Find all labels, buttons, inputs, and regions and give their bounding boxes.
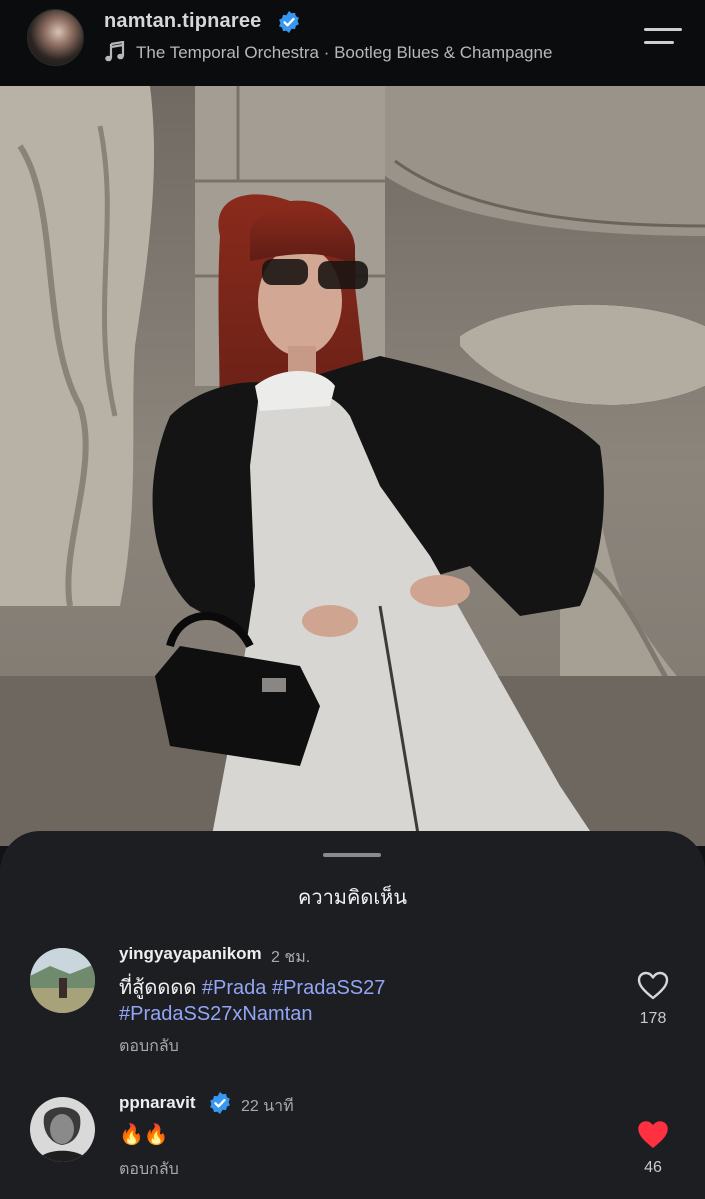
commenter-username[interactable]: yingyayapanikom <box>119 944 262 964</box>
music-track-label[interactable]: The Temporal Orchestra · Bootleg Blues &… <box>136 43 552 63</box>
heart-filled-icon[interactable] <box>637 1120 669 1150</box>
comment-text-plain: ที่สู้ดดดด <box>119 977 197 999</box>
author-username[interactable]: namtan.tipnaree <box>104 10 261 33</box>
commenter-username[interactable]: ppnaravit <box>119 1093 196 1113</box>
heart-icon[interactable] <box>637 971 669 1001</box>
menu-icon[interactable] <box>644 25 684 49</box>
author-avatar[interactable] <box>27 9 84 66</box>
post-photo-illustration <box>0 86 705 846</box>
reply-button[interactable]: ตอบกลับ <box>119 1157 179 1182</box>
like-count: 178 <box>639 1010 667 1027</box>
comment-time: 22 นาที <box>241 1098 294 1115</box>
reply-button[interactable]: ตอบกลับ <box>119 1034 179 1059</box>
verified-badge-icon <box>279 11 299 33</box>
hashtag-link[interactable]: #Prada <box>202 977 267 999</box>
hashtag-link[interactable]: #PradaSS27 <box>272 977 385 999</box>
post-photo[interactable] <box>0 86 705 846</box>
commenter-avatar[interactable] <box>30 1097 95 1162</box>
comments-title: ความคิดเห็น <box>297 887 408 909</box>
music-note-icon <box>105 41 125 62</box>
comment-time: 2 ชม. <box>271 949 311 966</box>
hashtag-link[interactable]: #PradaSS27xNamtan <box>119 1003 312 1025</box>
post-header: namtan.tipnaree The Temporal Orchestra ·… <box>0 0 705 86</box>
commenter-avatar[interactable] <box>30 948 95 1013</box>
comment-text: ที่สู้ดดดด #Prada #PradaSS27 #PradaSS27xN… <box>119 975 599 1027</box>
sheet-drag-handle[interactable] <box>323 853 381 857</box>
verified-badge-icon <box>210 1092 230 1114</box>
comment-text: 🔥🔥 <box>119 1124 169 1146</box>
like-count: 46 <box>644 1159 662 1176</box>
